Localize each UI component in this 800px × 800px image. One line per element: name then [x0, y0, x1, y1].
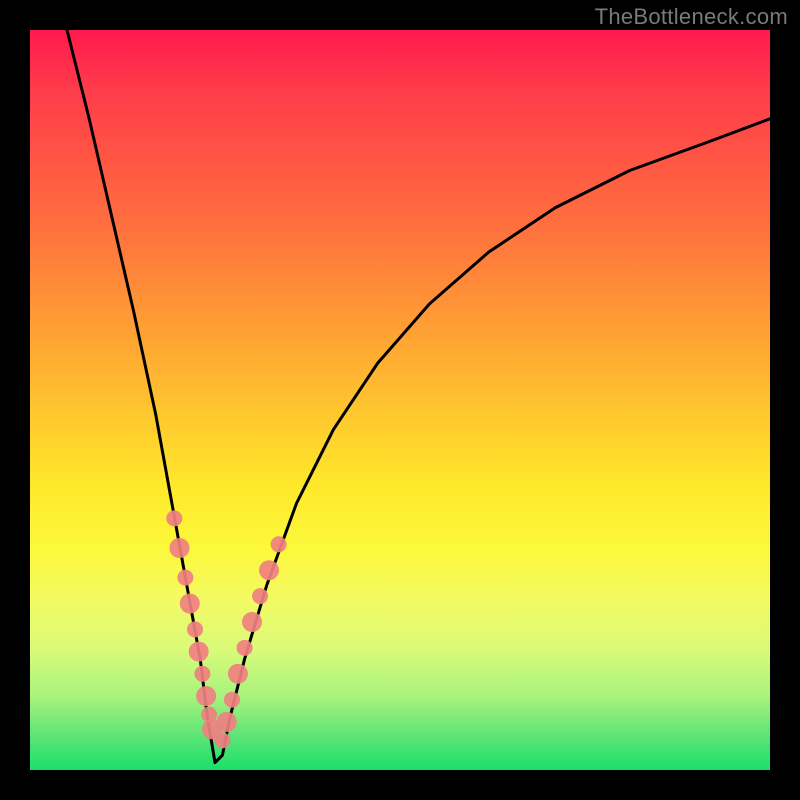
highlight-dot [189, 642, 209, 662]
chart-frame: TheBottleneck.com [0, 0, 800, 800]
highlight-dot [217, 712, 237, 732]
highlight-dot [259, 560, 279, 580]
highlight-dot [177, 570, 193, 586]
highlight-dot [166, 510, 182, 526]
highlight-dot [187, 621, 203, 637]
highlight-dot [228, 664, 248, 684]
highlight-dot [194, 666, 210, 682]
bottleneck-curve-svg [30, 30, 770, 770]
highlight-dot [196, 686, 216, 706]
highlight-dot [170, 538, 190, 558]
watermark-label: TheBottleneck.com [595, 4, 788, 30]
highlight-dots-left [166, 510, 222, 739]
highlight-dot [180, 594, 200, 614]
bottleneck-curve [67, 30, 770, 763]
plot-area [30, 30, 770, 770]
highlight-dot [271, 536, 287, 552]
highlight-dot [242, 612, 262, 632]
highlight-dot [237, 640, 253, 656]
highlight-dot [214, 732, 230, 748]
highlight-dot [252, 588, 268, 604]
highlight-dot [224, 692, 240, 708]
